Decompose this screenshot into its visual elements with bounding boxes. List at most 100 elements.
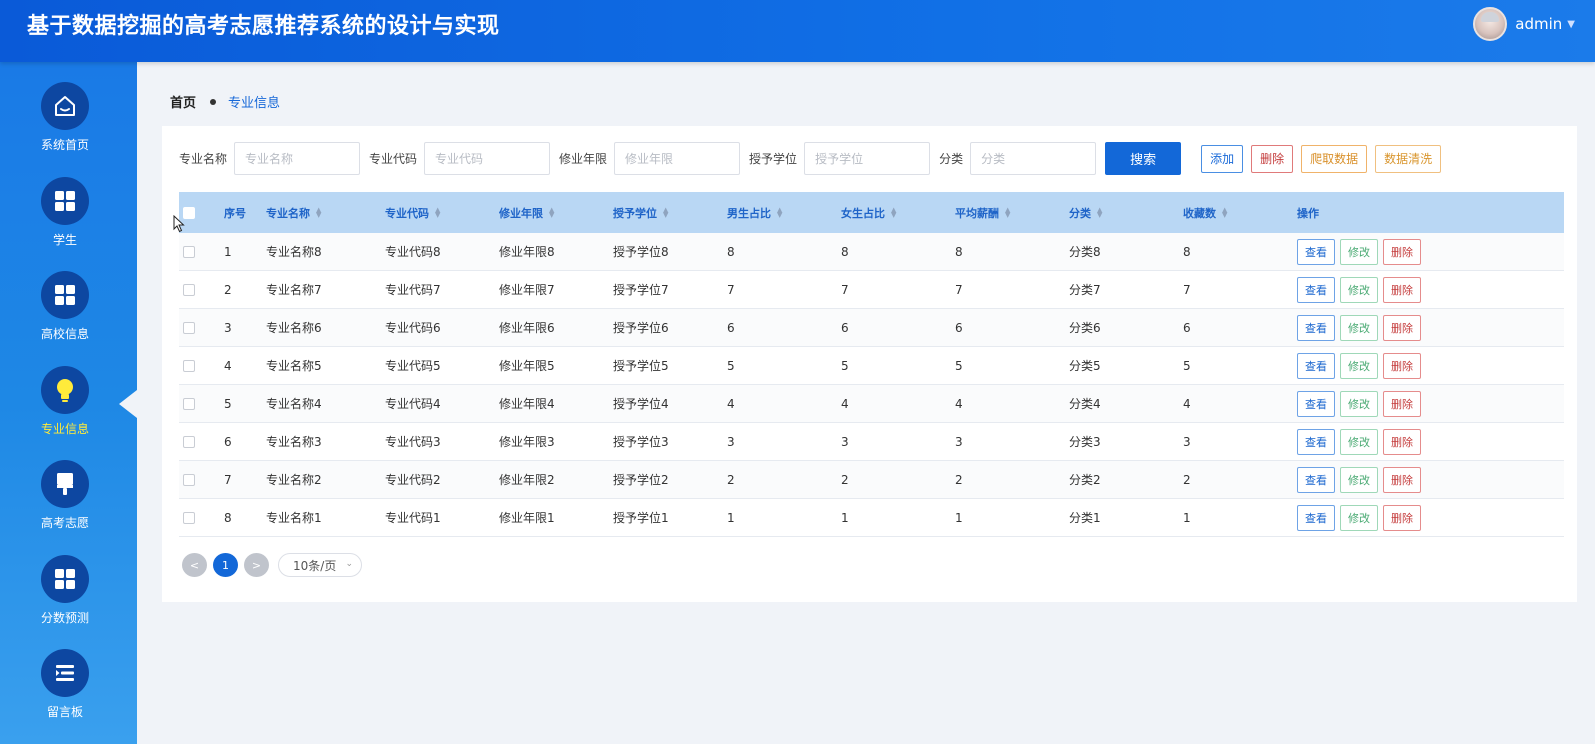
edit-button[interactable]: 修改	[1340, 352, 1378, 379]
delete-button[interactable]: 删除	[1383, 428, 1421, 455]
sidebar-item-applications[interactable]: 高考志愿	[0, 460, 130, 550]
major-code-label: 专业代码	[369, 152, 418, 166]
study-years-input[interactable]	[614, 142, 741, 175]
col-header-sortable[interactable]: 男生占比 ▲ ▼	[727, 192, 782, 233]
prev-page-button[interactable]: <	[182, 553, 207, 577]
sort-icon[interactable]: ▲ ▼	[1005, 206, 1010, 218]
view-button[interactable]: 查看	[1297, 276, 1335, 303]
delete-button[interactable]: 删除	[1383, 238, 1421, 265]
delete-button[interactable]: 删除	[1383, 390, 1421, 417]
bulk-delete-button[interactable]: 删除	[1251, 144, 1294, 173]
user-menu[interactable]: admin ▼	[1473, 6, 1575, 42]
sort-icon[interactable]: ▲ ▼	[549, 206, 554, 218]
edit-button[interactable]: 修改	[1340, 276, 1378, 303]
sort-icon[interactable]: ▲ ▼	[1222, 206, 1227, 218]
col-header-sortable[interactable]: 收藏数 ▲ ▼	[1183, 192, 1227, 233]
sort-icon[interactable]: ▲ ▼	[316, 206, 321, 218]
view-button[interactable]: 查看	[1297, 466, 1335, 493]
view-button[interactable]: 查看	[1297, 352, 1335, 379]
major-code-input[interactable]	[424, 142, 551, 175]
row-checkbox[interactable]	[183, 359, 195, 372]
sidebar-item-students[interactable]: 学生	[0, 177, 130, 267]
table-cell: 3	[955, 434, 963, 449]
user-name[interactable]: admin	[1515, 15, 1562, 33]
delete-button[interactable]: 删除	[1383, 504, 1421, 531]
view-button[interactable]: 查看	[1297, 428, 1335, 455]
search-button[interactable]: 搜索	[1105, 142, 1182, 175]
sort-icon[interactable]: ▲ ▼	[891, 206, 896, 218]
major-name-input[interactable]	[234, 142, 361, 175]
col-header-sortable[interactable]: 专业名称 ▲ ▼	[266, 192, 321, 233]
row-checkbox[interactable]	[183, 397, 195, 410]
next-page-button[interactable]: >	[244, 553, 269, 577]
edit-button[interactable]: 修改	[1340, 314, 1378, 341]
table-cell: 3	[727, 434, 735, 449]
row-actions: 查看 修改 删除	[1297, 309, 1426, 346]
col-header-sortable[interactable]: 专业代码 ▲ ▼	[385, 192, 440, 233]
sidebar-item-majors[interactable]: 专业信息	[0, 366, 130, 456]
table-cell: 专业代码8	[385, 245, 441, 259]
row-select-cell	[183, 233, 195, 270]
category-input[interactable]	[970, 142, 1097, 175]
table-cell: 7	[1183, 282, 1191, 297]
table-cell: 5	[224, 396, 232, 411]
col-header-sortable[interactable]: 平均薪酬 ▲ ▼	[955, 192, 1010, 233]
row-checkbox[interactable]	[183, 283, 195, 296]
row-checkbox[interactable]	[183, 245, 195, 258]
edit-button[interactable]: 修改	[1340, 428, 1378, 455]
table-cell: 5	[955, 358, 963, 373]
degree-input[interactable]	[804, 142, 931, 175]
table-cell: 专业名称5	[266, 359, 322, 373]
col-header-sortable[interactable]: 分类 ▲ ▼	[1069, 192, 1102, 233]
view-button[interactable]: 查看	[1297, 390, 1335, 417]
table-cell: 修业年限6	[499, 321, 555, 335]
row-checkbox[interactable]	[183, 511, 195, 524]
sidebar-item-score-prediction[interactable]: 分数预测	[0, 555, 130, 645]
row-checkbox[interactable]	[183, 435, 195, 448]
crawl-data-button[interactable]: 爬取数据	[1301, 144, 1368, 173]
row-checkbox[interactable]	[183, 473, 195, 486]
delete-button[interactable]: 删除	[1383, 276, 1421, 303]
sidebar-item-message-board[interactable]: 留言板	[0, 649, 130, 739]
table-cell: 授予学位6	[613, 321, 669, 335]
edit-button[interactable]: 修改	[1340, 466, 1378, 493]
sort-icon[interactable]: ▲ ▼	[663, 206, 668, 218]
sort-icon[interactable]: ▲ ▼	[777, 206, 782, 218]
add-button[interactable]: 添加	[1201, 144, 1244, 173]
table-cell: 5	[1183, 358, 1191, 373]
sort-icon[interactable]: ▲ ▼	[435, 206, 440, 218]
category-label: 分类	[939, 152, 964, 166]
view-button[interactable]: 查看	[1297, 314, 1335, 341]
col-header-sortable[interactable]: 修业年限 ▲ ▼	[499, 192, 554, 233]
col-header-sortable[interactable]: 授予学位 ▲ ▼	[613, 192, 668, 233]
mouse-cursor-icon	[173, 215, 185, 233]
breadcrumb-current: 专业信息	[228, 96, 281, 111]
table-cell: 1	[841, 510, 849, 525]
sidebar-item-colleges[interactable]: 高校信息	[0, 271, 130, 361]
sidebar-item-home[interactable]: 系统首页	[0, 82, 130, 172]
delete-button[interactable]: 删除	[1383, 352, 1421, 379]
delete-button[interactable]: 删除	[1383, 314, 1421, 341]
col-header-label: 女生占比	[841, 206, 885, 220]
edit-button[interactable]: 修改	[1340, 390, 1378, 417]
home-icon	[41, 82, 89, 130]
col-header-sortable[interactable]: 女生占比 ▲ ▼	[841, 192, 896, 233]
breadcrumb-home[interactable]: 首页	[170, 92, 196, 111]
clean-data-button[interactable]: 数据清洗	[1375, 144, 1442, 173]
view-button[interactable]: 查看	[1297, 238, 1335, 265]
edit-button[interactable]: 修改	[1340, 504, 1378, 531]
col-header-label: 授予学位	[613, 206, 657, 220]
table-cell: 1	[727, 510, 735, 525]
table-cell: 专业名称4	[266, 397, 322, 411]
view-button[interactable]: 查看	[1297, 504, 1335, 531]
table-row: 2 专业名称7 专业代码7 修业年限7 授予学位7 7 7 7 分类7 7 查看 修改 删除	[179, 271, 1564, 309]
avatar[interactable]	[1473, 7, 1508, 41]
delete-button[interactable]: 删除	[1383, 466, 1421, 493]
sort-icon[interactable]: ▲ ▼	[1097, 206, 1102, 218]
row-checkbox[interactable]	[183, 321, 195, 334]
caret-down-icon[interactable]: ▼	[1567, 19, 1575, 30]
row-select-cell	[183, 499, 195, 536]
page-size-select[interactable]: 10条/页 ⌄	[278, 553, 362, 577]
edit-button[interactable]: 修改	[1340, 238, 1378, 265]
page-number-button[interactable]: 1	[213, 553, 238, 577]
